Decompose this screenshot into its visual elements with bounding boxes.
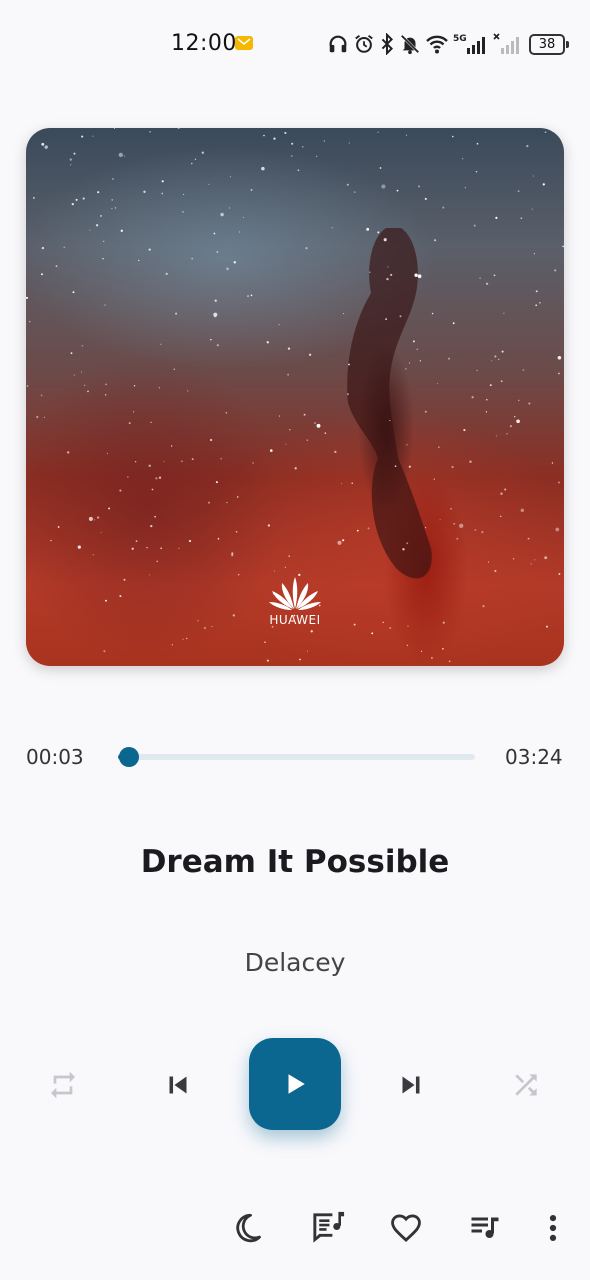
signal-5g-icon: 5G bbox=[453, 34, 485, 54]
headphones-icon bbox=[329, 35, 347, 53]
more-icon bbox=[549, 1214, 557, 1242]
album-art: HUAWEI bbox=[26, 128, 564, 666]
shuffle-button[interactable] bbox=[503, 1062, 549, 1108]
play-icon bbox=[288, 1074, 305, 1094]
seek-bar[interactable] bbox=[118, 754, 475, 760]
seek-bar-thumb[interactable] bbox=[119, 747, 139, 767]
huawei-logo: HUAWEI bbox=[266, 575, 324, 627]
mute-icon bbox=[400, 34, 420, 55]
shuffle-icon bbox=[515, 1074, 537, 1096]
current-time: 00:03 bbox=[26, 745, 84, 769]
queue-button[interactable] bbox=[463, 1206, 507, 1250]
huawei-brand-text: HUAWEI bbox=[269, 613, 321, 627]
favorite-icon bbox=[391, 1214, 421, 1242]
nebula-trunk bbox=[347, 228, 432, 579]
next-button[interactable] bbox=[388, 1062, 434, 1108]
more-options-button[interactable] bbox=[531, 1206, 575, 1250]
lyrics-icon bbox=[313, 1211, 345, 1243]
battery-indicator: 38 bbox=[529, 33, 569, 55]
bluetooth-icon bbox=[381, 33, 394, 55]
status-icons: 5G 38 bbox=[327, 33, 569, 55]
previous-button[interactable] bbox=[155, 1062, 201, 1108]
artist-name[interactable]: Delacey bbox=[0, 948, 590, 977]
network-label: 5G bbox=[453, 34, 467, 44]
previous-icon bbox=[169, 1076, 187, 1094]
song-title: Dream It Possible bbox=[140, 844, 450, 880]
play-button[interactable] bbox=[249, 1038, 341, 1130]
huawei-flower-icon bbox=[269, 577, 321, 610]
battery-tip bbox=[566, 40, 569, 48]
total-time: 03:24 bbox=[505, 745, 563, 769]
status-time: 12:00 bbox=[171, 31, 237, 56]
status-bar: 12:00 5G 38 bbox=[0, 0, 590, 88]
alarm-icon bbox=[355, 34, 373, 53]
battery-level: 38 bbox=[529, 33, 565, 55]
music-player-screen: 12:00 5G 38 HUAWEI 00:03 03:24 Dream It … bbox=[0, 0, 590, 1280]
mail-notification-icon bbox=[235, 36, 253, 50]
repeat-icon bbox=[51, 1071, 75, 1099]
queue-icon bbox=[471, 1217, 499, 1239]
lyrics-button[interactable] bbox=[306, 1206, 350, 1250]
signal-no-service-icon bbox=[493, 33, 519, 54]
wifi-icon bbox=[426, 35, 448, 54]
next-icon bbox=[402, 1076, 420, 1094]
sleep-timer-button[interactable] bbox=[225, 1206, 269, 1250]
sleep-timer-icon bbox=[236, 1213, 261, 1243]
favorite-button[interactable] bbox=[384, 1206, 428, 1250]
repeat-button[interactable] bbox=[40, 1062, 86, 1108]
